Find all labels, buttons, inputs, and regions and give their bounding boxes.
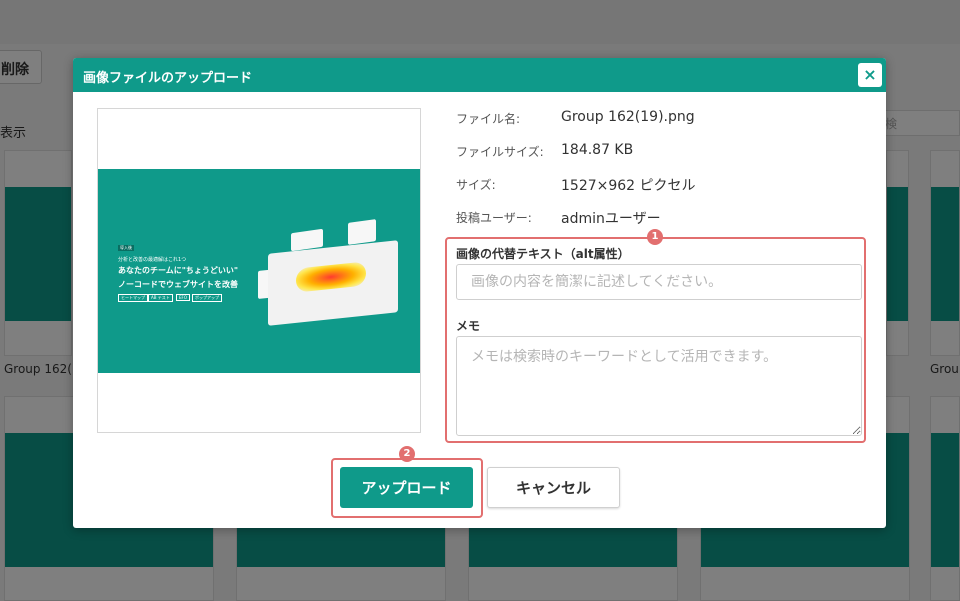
preview-tag: 導入後	[118, 245, 134, 251]
modal-title: 画像ファイルのアップロード	[83, 71, 253, 86]
step-badge-1: 1	[647, 229, 663, 245]
preview-pill: AB テスト	[148, 294, 173, 302]
uploader-label: 投稿ユーザー:	[456, 211, 532, 225]
cancel-button[interactable]: キャンセル	[487, 467, 620, 508]
memo-textarea[interactable]	[456, 336, 862, 436]
preview-line2: ノーコードでウェブサイトを改善	[118, 280, 238, 289]
preview-heading-small: 分析と改善の最適解はこれ1つ	[118, 257, 187, 263]
alt-text-input[interactable]	[456, 264, 862, 300]
image-preview: 導入後 分析と改善の最適解はこれ1つ あなたのチームに"ちょうどいい" ノーコー…	[97, 108, 421, 433]
preview-image: 導入後 分析と改善の最適解はこれ1つ あなたのチームに"ちょうどいい" ノーコー…	[98, 169, 420, 373]
preview-window	[348, 219, 376, 245]
file-name-value: Group 162(19).png	[561, 109, 695, 125]
close-button[interactable]: ×	[858, 63, 882, 87]
step-badge-2: 2	[399, 446, 415, 462]
upload-modal: 画像ファイルのアップロード × 導入後 分析と改善の最適解はこれ1つ あなたのチ…	[73, 58, 886, 528]
preview-pill: EFO	[176, 294, 190, 301]
upload-button[interactable]: アップロード	[340, 467, 473, 508]
preview-line1: あなたのチームに"ちょうどいい"	[118, 266, 239, 275]
preview-pill: ヒートマップ	[118, 294, 148, 302]
file-name-label: ファイル名:	[456, 112, 521, 126]
modal-header: 画像ファイルのアップロード ×	[73, 58, 886, 92]
preview-pill: ポップアップ	[192, 294, 222, 302]
dimensions-label: サイズ:	[456, 178, 496, 192]
memo-label: メモ	[456, 319, 481, 333]
dimensions-value: 1527×962 ピクセル	[561, 178, 696, 194]
file-size-value: 184.87 KB	[561, 142, 634, 158]
file-size-label: ファイルサイズ:	[456, 145, 544, 159]
uploader-value: adminユーザー	[561, 211, 661, 227]
alt-text-label: 画像の代替テキスト（alt属性）	[456, 247, 630, 261]
close-icon: ×	[863, 65, 877, 84]
